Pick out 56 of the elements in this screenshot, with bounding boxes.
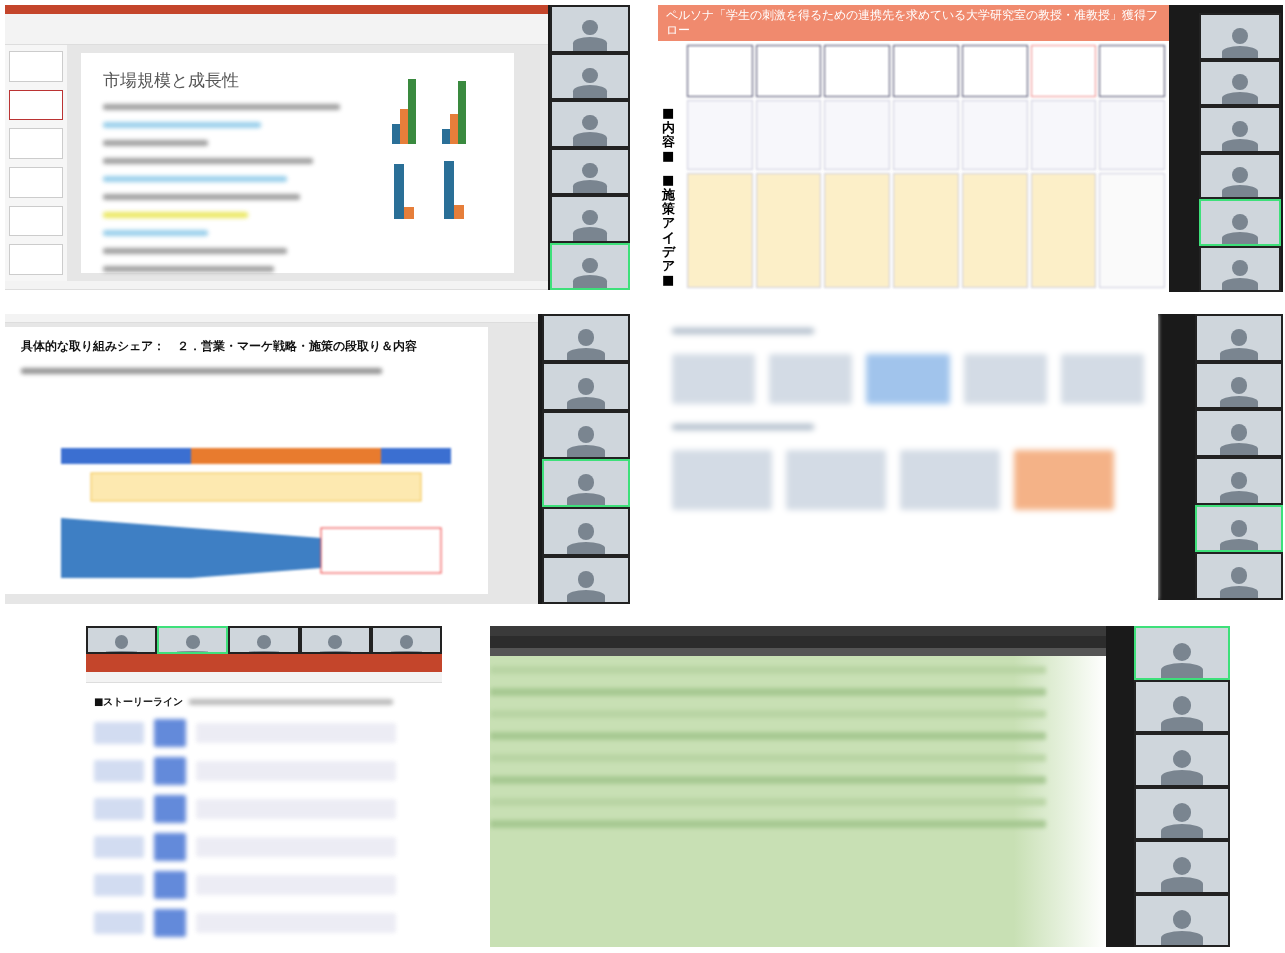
person-silhouette-icon — [566, 522, 606, 554]
person-silhouette-icon — [566, 474, 606, 506]
row-label: ■施策アイデア■ — [662, 173, 675, 288]
person-silhouette-icon — [1160, 910, 1204, 945]
person-silhouette-icon — [1160, 856, 1204, 892]
slide-title: 市場規模と成長性 — [103, 69, 240, 92]
person-silhouette-icon — [1222, 260, 1258, 290]
person-silhouette-icon — [1219, 424, 1259, 455]
blurred-label — [94, 836, 144, 858]
person-silhouette-icon — [572, 162, 608, 193]
slide-title: 具体的な取り組みシェア： ２．営業・マーケ戦略・施策の段取り＆内容 — [21, 339, 418, 354]
person-silhouette-icon — [572, 20, 608, 51]
row-label: ■内容■ — [662, 106, 675, 164]
blurred-step-shape — [154, 757, 186, 785]
blurred-label — [94, 798, 144, 820]
blurred-label — [94, 912, 144, 934]
table-cell — [824, 45, 891, 97]
person-silhouette-icon — [572, 210, 608, 241]
person-silhouette-icon — [1222, 167, 1258, 197]
blurred-step-shape — [154, 719, 186, 747]
person-silhouette-icon — [566, 377, 606, 409]
table-cell — [687, 45, 753, 97]
person-silhouette-icon — [566, 425, 606, 457]
person-silhouette-icon — [1219, 519, 1259, 551]
person-silhouette-icon — [1160, 642, 1204, 678]
person-silhouette-icon — [572, 67, 608, 98]
blurred-step-shape — [154, 833, 186, 861]
person-silhouette-icon — [566, 329, 606, 361]
person-silhouette-icon — [566, 570, 606, 602]
table-cell — [1099, 45, 1165, 97]
blurred-step-shape — [154, 795, 186, 823]
person-silhouette-icon — [1219, 472, 1259, 503]
slide-title: ペルソナ「学生の刺激を得るための連携先を求めている大学研究室の教授・准教授」獲得フロー — [658, 5, 1169, 41]
table-cell — [893, 45, 959, 97]
person-silhouette-icon — [1222, 74, 1258, 104]
blurred-label — [94, 760, 144, 782]
blurred-step-shape — [154, 909, 186, 937]
table-cell — [1030, 45, 1097, 97]
table-cell — [961, 45, 1028, 97]
person-silhouette-icon — [1160, 749, 1204, 785]
person-silhouette-icon — [1219, 329, 1259, 360]
blurred-label — [94, 874, 144, 896]
table-cell — [755, 45, 822, 97]
person-silhouette-icon — [1219, 567, 1259, 599]
person-silhouette-icon — [1222, 213, 1258, 244]
person-silhouette-icon — [1219, 376, 1259, 408]
blurred-label — [94, 722, 144, 744]
blurred-step-shape — [154, 871, 186, 899]
person-silhouette-icon — [572, 115, 608, 146]
person-silhouette-icon — [1160, 803, 1204, 838]
person-silhouette-icon — [1222, 27, 1258, 58]
person-silhouette-icon — [572, 257, 608, 288]
person-silhouette-icon — [1222, 120, 1258, 151]
slide-thumbnail[interactable] — [9, 89, 63, 121]
slide-title: ■ストーリーライン — [94, 695, 184, 709]
person-silhouette-icon — [1160, 696, 1204, 731]
